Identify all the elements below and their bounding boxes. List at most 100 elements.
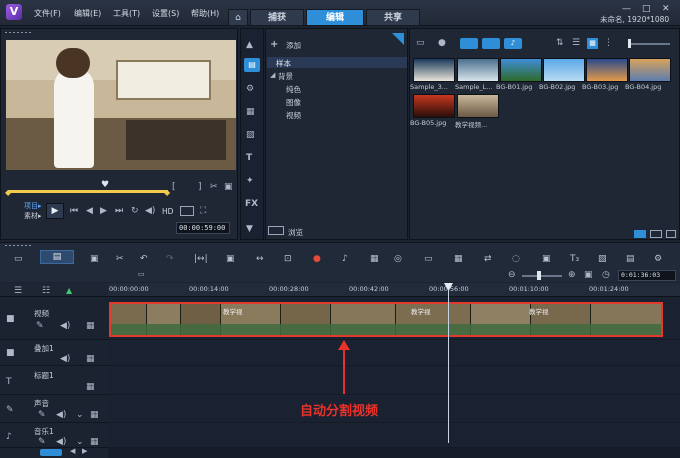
fx-icon[interactable]: FX [245,199,258,209]
add-icon[interactable]: + [270,39,278,50]
track-manager-icon[interactable]: ▭ [138,270,145,278]
crop-icon[interactable]: ▣ [226,254,235,264]
mode-project[interactable]: 项目▸ [24,201,42,211]
timecode-display[interactable]: 00:00:59:00 [176,222,230,234]
mute-icon[interactable]: ◀) [56,437,66,447]
zoom-slider-handle[interactable] [537,271,541,280]
layout-icon[interactable]: ▣ [90,254,99,264]
template-icon[interactable]: ▦ [454,254,463,264]
zoom-slider[interactable] [522,275,562,277]
previous-frame-icon[interactable]: ◀ [86,206,93,216]
expand-icon[interactable]: ⌄ [76,437,84,447]
speed-icon[interactable]: ▣ [542,254,551,264]
redo-icon[interactable]: ↷ [166,254,174,264]
mute-icon[interactable]: ◀) [60,354,70,364]
scroll-left-icon[interactable] [40,449,62,456]
clock-icon[interactable]: ◷ [602,270,610,280]
import-folder-icon[interactable]: ▭ [416,38,425,48]
video-clip-strip[interactable]: 教学视 教学视 教学视 [109,302,663,337]
add-folder-button[interactable]: 添加 [286,40,301,51]
menu-edit[interactable]: 编辑(E) [74,8,101,19]
tab-share[interactable]: 共享 [366,9,420,26]
browse-icon[interactable] [268,226,284,235]
volume-icon[interactable]: ◀) [145,206,155,216]
zoom-out-icon[interactable]: ⊖ [508,270,516,280]
go-to-start-icon[interactable]: ⏮ [70,206,78,216]
fullscreen-icon[interactable]: ⛶ [200,206,206,216]
thumbnail-size-slider[interactable] [628,43,670,45]
list-view-icon[interactable]: ☰ [572,38,580,48]
maximize-icon[interactable]: □ [642,4,651,14]
edit-track-icon[interactable]: ✎ [36,321,44,331]
mute-icon[interactable]: ◀) [60,321,70,331]
title-track[interactable] [108,367,680,395]
audio-mix-icon[interactable]: ♪ [342,254,348,264]
trim-end-icon[interactable]: ◆ [164,188,170,197]
zoom-in-icon[interactable]: ⊕ [568,270,576,280]
media-thumbnail[interactable] [457,58,499,82]
filter-photo-icon[interactable] [482,38,500,49]
media-thumbnail[interactable] [413,94,455,118]
browse-button[interactable]: 浏览 [288,227,303,238]
next-frame-icon[interactable]: ▶ [100,206,107,216]
media-thumbnail[interactable] [457,94,499,118]
go-to-end-icon[interactable]: ⏭ [115,206,123,216]
mute-icon[interactable]: ◀) [56,410,66,420]
edit-track-icon[interactable]: ✎ [38,410,46,420]
3d-title-icon[interactable]: T₃ [570,254,579,264]
voice-track[interactable] [108,396,680,423]
record-icon[interactable]: ● [438,38,446,48]
track-grid-icon[interactable]: ▦ [86,354,95,364]
edit-track-icon[interactable]: ✎ [38,437,46,447]
tree-item-samples[interactable]: 样本 [276,58,291,69]
grid-view-icon[interactable]: ▦ [587,38,598,49]
aspect-ratio-icon[interactable] [180,206,194,216]
expand-icon[interactable]: ⌄ [76,410,84,420]
overlay-track[interactable] [108,341,680,366]
subtitle-icon[interactable]: ▭ [424,254,433,264]
media-thumbnail[interactable] [543,58,585,82]
undo-icon[interactable]: ↶ [140,254,148,264]
scroll-up-icon[interactable]: ▲ [246,40,253,50]
repeat-icon[interactable]: ↻ [131,206,139,216]
media-thumbnail[interactable] [629,58,671,82]
record-voice-icon[interactable]: ● [313,254,321,264]
menu-file[interactable]: 文件(F) [34,8,61,19]
tree-item-image[interactable]: 图像 [286,97,301,108]
timeline-view-icon[interactable]: ▤ [40,250,74,264]
options-icon[interactable]: ⋮ [604,38,613,48]
tree-item-video[interactable]: 视频 [286,110,301,121]
minimize-icon[interactable]: — [622,4,631,14]
thumbnail-size-handle[interactable] [628,39,631,48]
scrubber-bar[interactable] [8,190,168,193]
ripple-edit-icon[interactable]: ▲ [66,286,72,295]
media-thumbnail[interactable] [586,58,628,82]
graphics-icon[interactable]: ▧ [246,130,255,140]
snapshot-icon[interactable]: ▣ [224,182,233,192]
horizontal-scrollbar[interactable] [108,448,680,458]
filter-audio-icon[interactable]: ♪ [504,38,522,49]
filter-video-icon[interactable] [460,38,478,49]
menu-tools[interactable]: 工具(T) [113,8,140,19]
track-grid-icon[interactable]: ▦ [86,382,95,392]
view-mode-icon[interactable] [634,230,646,238]
toolbar-grip[interactable] [4,244,32,247]
storyboard-view-icon[interactable]: ▭ [14,254,23,264]
split-screen-icon[interactable]: ◎ [394,254,402,264]
settings-icon[interactable]: ⚙ [654,254,662,264]
scroll-down-icon[interactable]: ▼ [246,224,253,234]
track-list-icon[interactable]: ☰ [14,286,22,296]
instant-project-icon[interactable]: ⚙ [246,84,254,94]
transition-icon[interactable]: ▦ [246,107,255,117]
track-grid-icon[interactable]: ▦ [90,437,99,447]
motion-track-icon[interactable]: ⊡ [284,254,292,264]
media-icon[interactable]: ▤ [244,58,260,72]
tree-item-background[interactable]: 背景 [278,71,293,82]
music-track[interactable] [108,424,680,448]
play-button[interactable]: ▶ [46,203,64,219]
scroll-prev-icon[interactable]: ◀ [70,447,75,455]
panel-expand-icon[interactable] [666,230,676,238]
split-icon[interactable]: ✂ [210,182,218,192]
tab-capture[interactable]: 捕获 [250,9,304,26]
scroll-next-icon[interactable]: ▶ [82,447,87,455]
